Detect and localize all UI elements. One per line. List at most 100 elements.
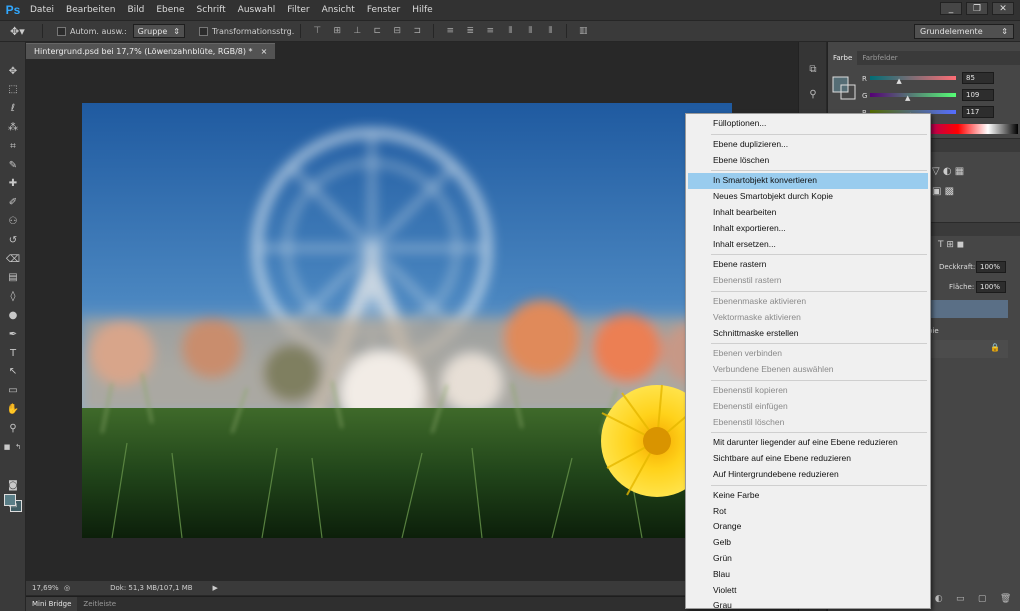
context-menu-item[interactable]: Blau — [688, 567, 928, 583]
distribute-hcenter-icon[interactable]: ⦀ — [523, 25, 537, 37]
tab-swatches[interactable]: Farbfelder — [857, 51, 902, 65]
menu-datei[interactable]: Datei — [24, 0, 60, 20]
menu-ansicht[interactable]: Ansicht — [316, 0, 361, 20]
foreground-color-swatch[interactable] — [4, 494, 16, 506]
dodge-tool-icon[interactable]: ● — [5, 308, 21, 322]
transform-controls-checkbox[interactable] — [198, 26, 208, 36]
quick-select-tool-icon[interactable]: ⁂ — [5, 120, 21, 134]
zoom-tool-icon[interactable]: ⚲ — [5, 421, 21, 435]
adjustment-icons-row2[interactable]: ▣ ▩ — [932, 186, 954, 197]
context-menu-item[interactable]: Grün — [688, 551, 928, 567]
quick-mask-icon[interactable]: ◙ — [5, 478, 21, 492]
menu-bild[interactable]: Bild — [121, 0, 150, 20]
channel-slider[interactable] — [870, 93, 956, 97]
new-fill-layer-icon[interactable]: ◐ — [935, 594, 943, 608]
align-vcenter-icon[interactable]: ⊞ — [330, 25, 344, 37]
marquee-tool-icon[interactable]: ⬚ — [5, 83, 21, 97]
slider-thumb-icon[interactable]: ▲ — [896, 77, 901, 85]
menu-bearbeiten[interactable]: Bearbeiten — [60, 0, 121, 20]
align-left-icon[interactable]: ⊏ — [370, 25, 384, 37]
channel-value[interactable]: 117 — [962, 106, 994, 118]
opacity-input[interactable]: 100% — [976, 261, 1006, 273]
hand-tool-icon[interactable]: ✋ — [5, 402, 21, 416]
restore-button[interactable]: ❐ — [966, 2, 988, 15]
tab-timeline[interactable]: Zeitleiste — [77, 597, 122, 611]
crop-tool-icon[interactable]: ⌗ — [5, 139, 21, 153]
align-right-icon[interactable]: ⊐ — [410, 25, 424, 37]
distribute-vcenter-icon[interactable]: ≣ — [463, 25, 477, 37]
context-menu-item[interactable]: Mit darunter liegender auf eine Ebene re… — [688, 435, 928, 451]
context-menu-item[interactable]: Neues Smartobjekt durch Kopie — [688, 189, 928, 205]
context-menu-item[interactable]: Ebene duplizieren... — [688, 137, 928, 153]
proof-icon[interactable]: ◎ — [64, 584, 70, 592]
tab-color[interactable]: Farbe — [828, 51, 858, 65]
context-menu-item[interactable]: Gelb — [688, 535, 928, 551]
auto-select-type-select[interactable]: Gruppe ⇕ — [132, 24, 185, 38]
pen-tool-icon[interactable]: ✒ — [5, 327, 21, 341]
context-menu-item[interactable]: Keine Farbe — [688, 488, 928, 504]
menu-auswahl[interactable]: Auswahl — [232, 0, 282, 20]
menu-fenster[interactable]: Fenster — [361, 0, 406, 20]
menu-filter[interactable]: Filter — [281, 0, 315, 20]
menu-schrift[interactable]: Schrift — [191, 0, 232, 20]
adjustment-icons[interactable]: ▽ ◐ ▦ — [932, 166, 964, 177]
align-top-icon[interactable]: ⊤ — [310, 25, 324, 37]
context-menu-item[interactable]: Schnittmaske erstellen — [688, 326, 928, 342]
document-image[interactable] — [82, 103, 732, 538]
context-menu-item[interactable]: Ebene rastern — [688, 257, 928, 273]
context-menu-item[interactable]: Inhalt ersetzen... — [688, 237, 928, 253]
gradient-tool-icon[interactable]: ▤ — [5, 271, 21, 285]
blur-tool-icon[interactable]: ◊ — [5, 290, 21, 304]
context-menu-item[interactable]: Sichtbare auf eine Ebene reduzieren — [688, 451, 928, 467]
channel-slider[interactable] — [870, 76, 956, 80]
tab-mini-bridge[interactable]: Mini Bridge — [26, 596, 78, 611]
channel-value[interactable]: 85 — [962, 72, 994, 84]
context-menu-item[interactable]: Grau — [688, 598, 928, 611]
new-group-icon[interactable]: ▭ — [956, 594, 965, 608]
context-menu-item[interactable]: In Smartobjekt konvertieren — [688, 173, 928, 190]
healing-brush-tool-icon[interactable]: ✚ — [5, 177, 21, 191]
context-menu-item[interactable]: Rot — [688, 504, 928, 520]
workspace-select[interactable]: Grundelemente ⇕ — [914, 24, 1014, 39]
distribute-top-icon[interactable]: ≡ — [443, 25, 457, 37]
document-tab[interactable]: Hintergrund.psd bei 17,7% (Löwenzahnblüt… — [26, 43, 276, 59]
lasso-tool-icon[interactable]: ℓ — [5, 102, 21, 116]
auto-align-icon[interactable]: ▥ — [576, 25, 590, 37]
eyedropper-tool-icon[interactable]: ✎ — [5, 158, 21, 172]
actions-panel-icon[interactable]: ⚲ — [805, 87, 821, 101]
align-bottom-icon[interactable]: ⊥ — [350, 25, 364, 37]
default-colors-icon[interactable]: ■ — [3, 440, 11, 454]
rectangle-tool-icon[interactable]: ▭ — [5, 384, 21, 398]
new-layer-icon[interactable]: ▢ — [978, 594, 987, 608]
fill-input[interactable]: 100% — [976, 281, 1006, 293]
close-window-button[interactable]: ✕ — [992, 2, 1014, 15]
move-tool-preset-icon[interactable]: ✥▾ — [10, 23, 36, 39]
context-menu-item[interactable]: Auf Hintergrundebene reduzieren — [688, 467, 928, 483]
layer-filter-icons[interactable]: T ⊞ ◼ — [938, 240, 964, 250]
align-hcenter-icon[interactable]: ⊟ — [390, 25, 404, 37]
history-brush-tool-icon[interactable]: ↺ — [5, 233, 21, 247]
context-menu-item[interactable]: Fülloptionen... — [688, 116, 928, 132]
layer-row-selected[interactable] — [928, 300, 1008, 318]
zoom-level[interactable]: 17,69% — [26, 584, 59, 592]
auto-select-checkbox[interactable] — [57, 26, 66, 36]
context-menu-item[interactable]: Ebene löschen — [688, 153, 928, 169]
slider-thumb-icon[interactable]: ▲ — [905, 94, 910, 102]
history-panel-icon[interactable]: ⧉ — [805, 62, 821, 76]
context-menu-item[interactable]: Violett — [688, 583, 928, 599]
path-select-tool-icon[interactable]: ↖ — [5, 365, 21, 379]
move-tool-icon[interactable]: ✥ — [5, 64, 21, 78]
status-menu-arrow[interactable]: ▶ — [213, 584, 218, 592]
channel-value[interactable]: 109 — [962, 89, 994, 101]
delete-layer-icon[interactable]: 🗑 — [1000, 594, 1011, 608]
type-tool-icon[interactable]: T — [5, 346, 21, 360]
distribute-right-icon[interactable]: ⫴ — [543, 25, 557, 37]
context-menu-item[interactable]: Orange — [688, 519, 928, 535]
eraser-tool-icon[interactable]: ⌫ — [5, 252, 21, 266]
menu-hilfe[interactable]: Hilfe — [406, 0, 438, 20]
context-menu-item[interactable]: Inhalt bearbeiten — [688, 205, 928, 221]
color-ramp[interactable] — [928, 124, 1018, 134]
context-menu-item[interactable]: Inhalt exportieren... — [688, 221, 928, 237]
minimize-button[interactable]: _ — [940, 2, 962, 15]
brush-tool-icon[interactable]: ✐ — [5, 196, 21, 210]
